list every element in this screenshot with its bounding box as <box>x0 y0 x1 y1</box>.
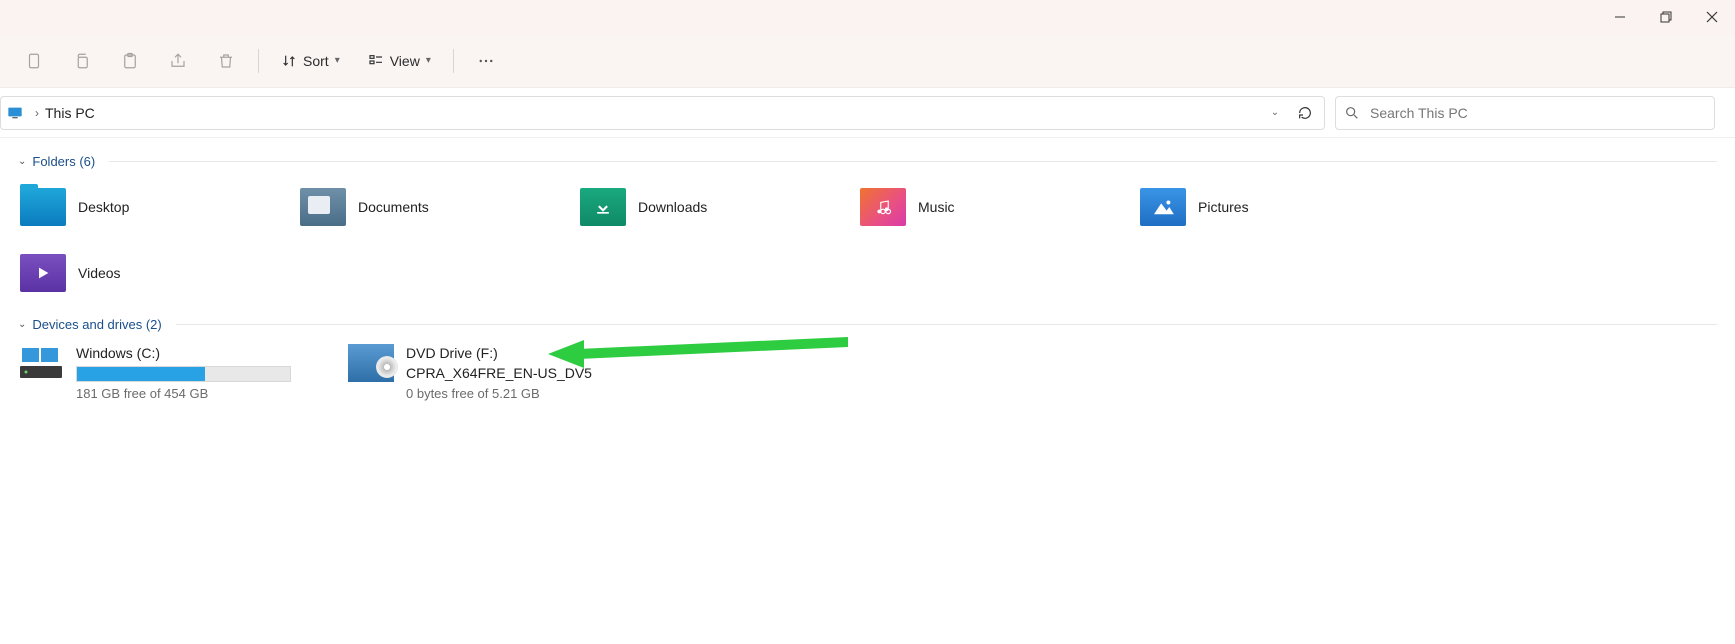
search-input[interactable] <box>1368 104 1706 122</box>
folder-label: Desktop <box>78 199 129 215</box>
desktop-icon <box>20 188 66 226</box>
folder-label: Pictures <box>1198 199 1249 215</box>
address-history-button[interactable]: ⌄ <box>1260 98 1290 128</box>
collapse-icon: ⌄ <box>18 319 26 330</box>
title-bar <box>0 0 1735 34</box>
folder-documents[interactable]: Documents <box>298 183 578 231</box>
dvd-drive-icon <box>348 344 394 382</box>
folder-label: Documents <box>358 199 429 215</box>
folder-downloads[interactable]: Downloads <box>578 183 858 231</box>
videos-icon <box>20 254 66 292</box>
drives-group-label: Devices and drives (2) <box>32 317 161 332</box>
refresh-button[interactable] <box>1290 98 1320 128</box>
address-location: This PC <box>45 105 95 121</box>
folder-pictures[interactable]: Pictures <box>1138 183 1418 231</box>
folder-label: Music <box>918 199 955 215</box>
divider <box>176 324 1717 325</box>
drive-free-text: 181 GB free of 454 GB <box>76 386 291 401</box>
drive-c-icon <box>18 344 64 382</box>
sort-icon <box>281 53 297 69</box>
storage-bar-fill <box>77 367 205 381</box>
folders-grid: Desktop Documents Downloads Music Pictur… <box>18 175 1735 311</box>
view-icon <box>368 53 384 69</box>
more-button[interactable] <box>466 41 506 81</box>
folder-music[interactable]: Music <box>858 183 1138 231</box>
folders-group-header[interactable]: ⌄ Folders (6) <box>18 148 1735 175</box>
drives-row: Windows (C:) 181 GB free of 454 GB DVD D… <box>18 338 1735 401</box>
delete-button[interactable] <box>206 41 246 81</box>
toolbar: Sort ▾ View ▾ <box>0 34 1735 88</box>
this-pc-icon <box>7 105 23 121</box>
drive-windows-c[interactable]: Windows (C:) 181 GB free of 454 GB <box>18 344 318 401</box>
folders-group-label: Folders (6) <box>32 154 95 169</box>
copy-button[interactable] <box>62 41 102 81</box>
content-area: ⌄ Folders (6) Desktop Documents Download… <box>0 138 1735 401</box>
divider <box>109 161 1717 162</box>
pictures-icon <box>1140 188 1186 226</box>
separator <box>453 49 454 73</box>
folder-label: Downloads <box>638 199 707 215</box>
paste-button[interactable] <box>110 41 150 81</box>
share-button[interactable] <box>158 41 198 81</box>
drive-name: Windows (C:) <box>76 344 291 362</box>
drive-free-text: 0 bytes free of 5.21 GB <box>406 386 592 401</box>
collapse-icon: ⌄ <box>18 156 26 167</box>
music-icon <box>860 188 906 226</box>
chevron-down-icon: ⌄ <box>1271 107 1279 118</box>
chevron-down-icon: ▾ <box>426 55 431 66</box>
folder-videos[interactable]: Videos <box>18 249 298 297</box>
address-bar[interactable]: › This PC ⌄ <box>0 96 1325 130</box>
separator <box>258 49 259 73</box>
drive-dvd-f[interactable]: DVD Drive (F:) CPRA_X64FRE_EN-US_DV5 0 b… <box>348 344 668 401</box>
minimize-button[interactable] <box>1597 0 1643 34</box>
documents-icon <box>300 188 346 226</box>
storage-bar <box>76 366 291 382</box>
downloads-icon <box>580 188 626 226</box>
close-button[interactable] <box>1689 0 1735 34</box>
maximize-button[interactable] <box>1643 0 1689 34</box>
navigation-row: › This PC ⌄ <box>0 88 1735 138</box>
sort-label: Sort <box>303 53 329 69</box>
drive-volume-label: CPRA_X64FRE_EN-US_DV5 <box>406 364 592 382</box>
sort-dropdown[interactable]: Sort ▾ <box>271 41 350 81</box>
chevron-down-icon: ▾ <box>335 55 340 66</box>
drive-name: DVD Drive (F:) <box>406 344 592 362</box>
search-box[interactable] <box>1335 96 1715 130</box>
view-label: View <box>390 53 420 69</box>
search-icon <box>1344 105 1360 121</box>
folder-label: Videos <box>78 265 121 281</box>
folder-desktop[interactable]: Desktop <box>18 183 298 231</box>
chevron-right-icon: › <box>35 106 39 120</box>
new-button[interactable] <box>14 41 54 81</box>
drives-group-header[interactable]: ⌄ Devices and drives (2) <box>18 311 1735 338</box>
view-dropdown[interactable]: View ▾ <box>358 41 441 81</box>
